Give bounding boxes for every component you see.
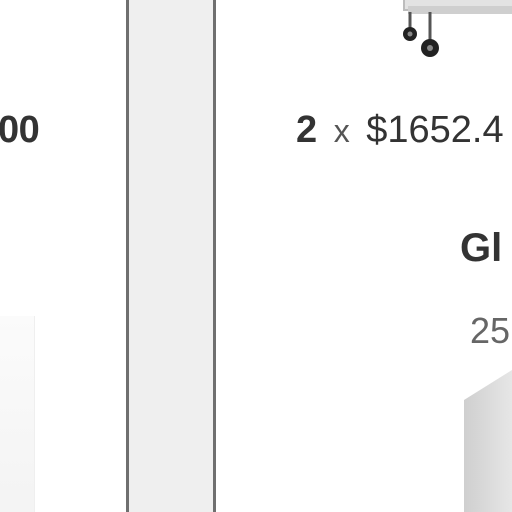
product-price: 00 [0,109,40,151]
cart-line-quantity-price: 2 x $1652.4 [296,108,504,153]
product-image[interactable] [464,370,512,512]
product-image-cart[interactable] [396,0,512,60]
product-image[interactable] [0,316,35,512]
product-subtitle: 25 [470,310,511,351]
unit-price: $1652.4 [366,109,504,151]
column-divider [126,0,216,512]
times-symbol: x [333,113,350,149]
page: 00 2 x $1652.4 Gl 25 [0,0,512,512]
quantity-value: 2 [296,109,318,151]
product-title[interactable]: Gl [460,224,502,272]
